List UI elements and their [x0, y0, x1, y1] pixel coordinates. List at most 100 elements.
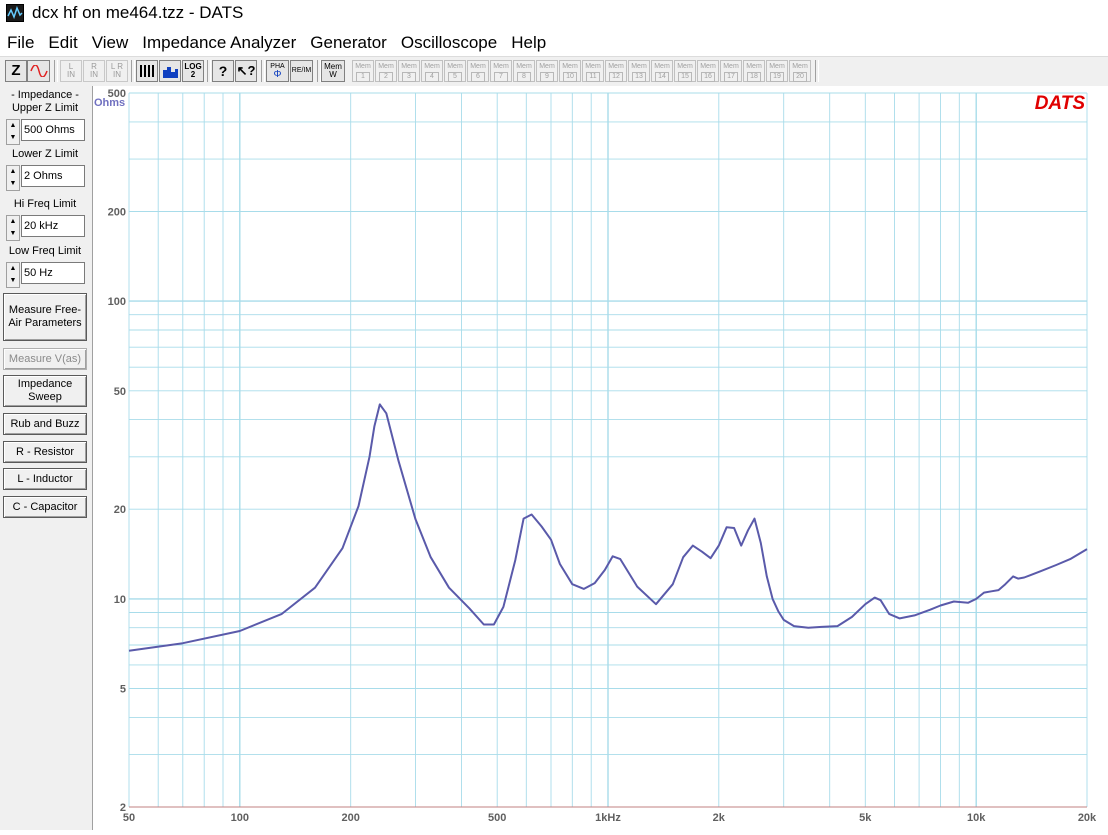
real-imag-label: RE/IM [291, 67, 312, 74]
app-icon [6, 4, 24, 22]
stereo-input-button[interactable]: L R IN [106, 60, 128, 82]
measure-free-air-button[interactable]: Measure Free-Air Parameters [3, 293, 87, 341]
memory-slot-number: 11 [586, 72, 600, 82]
histogram-icon [163, 67, 178, 78]
memory-slot-5[interactable]: Mem 5 [444, 60, 466, 82]
menu-generator[interactable]: Generator [303, 33, 394, 53]
vertical-bars-icon [140, 65, 154, 77]
impedance-sweep-button[interactable]: Impedance Sweep [3, 375, 87, 407]
memory-slot-2[interactable]: Mem 2 [375, 60, 397, 82]
memory-slot-number: 16 [701, 72, 715, 82]
y-tick-label: 20 [114, 504, 126, 516]
memory-slot-prefix: Mem [700, 63, 716, 70]
menu-edit[interactable]: Edit [41, 33, 84, 53]
spin-down-icon: ▼ [9, 230, 17, 237]
memory-slot-number: 3 [402, 72, 416, 82]
menu-help[interactable]: Help [504, 33, 553, 53]
measure-vas-button[interactable]: Measure V(as) [3, 348, 87, 370]
log-scale-button[interactable]: LOG 2 [182, 60, 204, 82]
memory-slot-4[interactable]: Mem 4 [421, 60, 443, 82]
memory-slot-prefix: Mem [539, 63, 555, 70]
memory-slot-9[interactable]: Mem 9 [536, 60, 558, 82]
y-tick-label: 200 [108, 207, 126, 219]
bars-button[interactable] [136, 60, 158, 82]
low-freq-label: Low Freq Limit [8, 245, 82, 257]
impedance-mode-button[interactable]: Z [5, 60, 27, 82]
memory-slot-number: 5 [448, 72, 462, 82]
stereo-input-sublabel: IN [113, 70, 121, 79]
window-title: dcx hf on me464.tzz - DATS [32, 3, 244, 22]
histogram-button[interactable] [159, 60, 181, 82]
hi-freq-spinner[interactable]: ▲ ▼ [6, 215, 20, 241]
x-tick-label: 100 [231, 812, 249, 824]
memory-slot-19[interactable]: Mem 19 [766, 60, 788, 82]
upper-z-input[interactable]: 500 Ohms [21, 119, 85, 141]
lower-z-spinner[interactable]: ▲ ▼ [6, 165, 20, 191]
memory-write-button[interactable]: Mem W [321, 60, 345, 82]
memory-slot-prefix: Mem [516, 63, 532, 70]
memory-slot-prefix: Mem [723, 63, 739, 70]
memory-slot-11[interactable]: Mem 11 [582, 60, 604, 82]
question-mark-icon: ? [218, 63, 228, 79]
memory-slot-prefix: Mem [378, 63, 394, 70]
spin-up-icon: ▲ [9, 265, 17, 272]
hi-freq-input[interactable]: 20 kHz [21, 215, 85, 237]
memory-slot-7[interactable]: Mem 7 [490, 60, 512, 82]
help-button[interactable]: ? [212, 60, 234, 82]
x-tick-label: 200 [342, 812, 360, 824]
upper-z-spinner[interactable]: ▲ ▼ [6, 119, 20, 145]
memory-slot-10[interactable]: Mem 10 [559, 60, 581, 82]
y-axis-label: Ohms [94, 97, 125, 109]
real-imag-button[interactable]: RE/IM [290, 60, 313, 82]
memory-slot-prefix: Mem [746, 63, 762, 70]
memory-slot-prefix: Mem [792, 63, 808, 70]
memory-slot-number: 13 [632, 72, 646, 82]
impedance-plot[interactable]: 50 100 200 500 1kHz 2k 5k 10k 20k 2 5 10 20 50 100 200 5… [93, 86, 1108, 830]
memory-slot-13[interactable]: Mem 13 [628, 60, 650, 82]
memory-slot-17[interactable]: Mem 17 [720, 60, 742, 82]
memory-slot-6[interactable]: Mem 6 [467, 60, 489, 82]
capacitor-button[interactable]: C - Capacitor [3, 496, 87, 518]
memory-slot-20[interactable]: Mem 20 [789, 60, 811, 82]
resistor-button[interactable]: R - Resistor [3, 441, 87, 463]
y-tick-label: 5 [120, 684, 126, 696]
impedance-section-header: - Impedance - [11, 89, 79, 101]
memory-slot-number: 18 [747, 72, 761, 82]
menu-file[interactable]: File [0, 33, 41, 53]
memory-slot-3[interactable]: Mem 3 [398, 60, 420, 82]
spin-up-icon: ▲ [9, 218, 17, 225]
memory-slot-12[interactable]: Mem 12 [605, 60, 627, 82]
left-input-button[interactable]: L IN [60, 60, 82, 82]
phase-button[interactable]: PHA Φ [266, 60, 289, 82]
menu-oscilloscope[interactable]: Oscilloscope [394, 33, 504, 53]
memory-slot-number: 12 [609, 72, 623, 82]
memory-slot-14[interactable]: Mem 14 [651, 60, 673, 82]
context-help-button[interactable]: ↖? [235, 60, 257, 82]
memory-slot-8[interactable]: Mem 8 [513, 60, 535, 82]
sine-wave-button[interactable] [27, 60, 50, 82]
memory-slot-number: 9 [540, 72, 554, 82]
lower-z-input[interactable]: 2 Ohms [21, 165, 85, 187]
low-freq-input[interactable]: 50 Hz [21, 262, 85, 284]
memory-slot-number: 1 [356, 72, 370, 82]
y-tick-label: 10 [114, 594, 126, 606]
memory-slot-16[interactable]: Mem 16 [697, 60, 719, 82]
plot-background [93, 86, 1108, 830]
phi-icon: Φ [273, 69, 282, 80]
rub-and-buzz-button[interactable]: Rub and Buzz [3, 413, 87, 435]
memory-slot-number: 6 [471, 72, 485, 82]
low-freq-spinner[interactable]: ▲ ▼ [6, 262, 20, 288]
inductor-button[interactable]: L - Inductor [3, 468, 87, 490]
impedance-chart[interactable]: 50 100 200 500 1kHz 2k 5k 10k 20k251020501002005… [93, 86, 1108, 830]
memory-slot-1[interactable]: Mem 1 [352, 60, 374, 82]
memory-slot-18[interactable]: Mem 18 [743, 60, 765, 82]
memory-slot-15[interactable]: Mem 15 [674, 60, 696, 82]
memory-slot-number: 10 [563, 72, 577, 82]
hi-freq-label: Hi Freq Limit [13, 198, 77, 210]
menu-view[interactable]: View [85, 33, 136, 53]
memory-slot-number: 7 [494, 72, 508, 82]
menu-impedance-analyzer[interactable]: Impedance Analyzer [135, 33, 303, 53]
right-input-button[interactable]: R IN [83, 60, 105, 82]
memory-slot-number: 8 [517, 72, 531, 82]
y-tick-label: 50 [114, 386, 126, 398]
